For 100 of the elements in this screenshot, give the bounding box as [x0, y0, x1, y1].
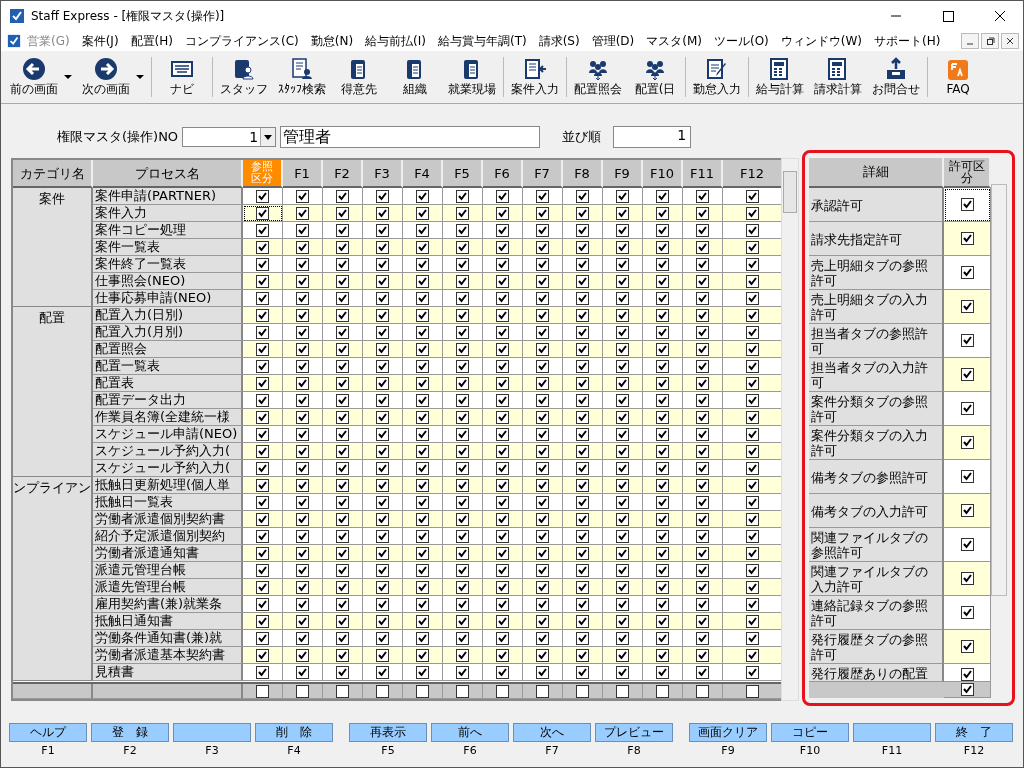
detail-cell: 関連ファイルタブの参照許可	[809, 527, 944, 562]
process-cell: 配置入力(月別)	[93, 324, 243, 341]
process-cell: スケジュール予約入力(	[93, 460, 243, 477]
key-label: F4	[287, 744, 301, 757]
field-label: 権限マスタ(操作)NO	[57, 128, 179, 146]
column-header: F8	[563, 160, 603, 188]
process-cell: 案件入力	[93, 205, 243, 222]
detail-cell: 売上明細タブの参照許可	[809, 255, 944, 290]
key-label: F6	[463, 744, 477, 757]
function-button[interactable]: 削 除	[255, 723, 333, 742]
process-cell: 配置一覧表	[93, 358, 243, 375]
key-label: F3	[205, 744, 219, 757]
detail-cell: 関連ファイルタブの入力許可	[809, 561, 944, 596]
function-button[interactable]: 画面クリア	[689, 723, 767, 742]
process-cell: 雇用契約書(兼)就業条	[93, 596, 243, 613]
process-cell: 配置表	[93, 375, 243, 392]
toolbar-button[interactable]: 就業現場	[443, 56, 501, 98]
menu-item[interactable]: 勤怠(N)	[304, 32, 360, 50]
menu-item[interactable]: 案件(J)	[75, 32, 125, 50]
column-header: 参照区分	[248, 160, 276, 186]
field-label: 並び順	[562, 128, 602, 146]
toolbar-button[interactable]: 得意先	[331, 56, 387, 98]
process-cell: 派遣元管理台帳	[93, 562, 243, 579]
column-header: F1	[283, 160, 323, 188]
toolbar-button[interactable]: 勤怠入力	[688, 56, 746, 98]
function-button[interactable]: ヘルプ	[9, 723, 87, 742]
column-header: F11	[683, 160, 723, 188]
process-cell: スケジュール申請(NEO)	[93, 426, 243, 443]
detail-cell: 売上明細タブの入力許可	[809, 289, 944, 324]
process-cell: 抵触日通知書	[93, 613, 243, 630]
toolbar-button[interactable]: 案件入力	[506, 56, 564, 98]
function-button[interactable]: プレビュー	[595, 723, 673, 742]
column-header: F9	[603, 160, 643, 188]
column-header: F3	[363, 160, 403, 188]
process-cell: 抵触日更新処理(個人単	[93, 477, 243, 494]
key-label: F12	[963, 744, 985, 757]
function-button[interactable]: 再表示	[349, 723, 427, 742]
process-cell: 仕事応募申請(NEO)	[93, 290, 243, 307]
function-button[interactable]: 次へ	[513, 723, 591, 742]
process-cell: 仕事照会(NEO)	[93, 273, 243, 290]
process-cell: 案件コピー処理	[93, 222, 243, 239]
category-cell: 配置	[13, 307, 93, 477]
toolbar-button[interactable]: 請求計算	[809, 56, 867, 98]
toolbar-button[interactable]: スタッフ	[215, 56, 273, 98]
column-header: カテゴリ名	[13, 160, 93, 188]
window-title: Staff Express - [権限マスタ(操作)]	[31, 7, 226, 25]
column-header: 許可区分	[944, 158, 991, 188]
detail-cell: 担当者タブの参照許可	[809, 323, 944, 358]
toolbar-button[interactable]: お問合せ	[867, 56, 925, 98]
menu-item[interactable]: ウィンドウ(W)	[774, 32, 869, 50]
toolbar-button[interactable]: 組織	[387, 56, 443, 98]
toolbar-button[interactable]: ナビ	[154, 56, 210, 98]
toolbar-button[interactable]: 給与計算	[751, 56, 809, 98]
function-button[interactable]: コピー	[771, 723, 849, 742]
process-cell: 労働者派遣通知書	[93, 545, 243, 562]
toolbar-button[interactable]: 配置照会	[569, 56, 627, 98]
detail-cell: 請求先指定許可	[809, 221, 944, 256]
process-cell: 案件終了一覧表	[93, 256, 243, 273]
category-cell: 案件	[13, 188, 93, 307]
number-dropdown[interactable]: 1	[182, 127, 277, 147]
menu-item[interactable]: 給与賞与年調(T)	[431, 32, 533, 50]
toolbar-button[interactable]: 前の画面	[5, 56, 63, 98]
function-button[interactable]: 前へ	[431, 723, 509, 742]
column-header: F10	[643, 160, 683, 188]
menu-item[interactable]: サポート(H)	[868, 32, 947, 50]
toolbar-button[interactable]: ｽﾀｯﾌ検索	[273, 56, 331, 98]
toolbar-button[interactable]: FAQ	[930, 58, 986, 96]
menu-item[interactable]: 管理(D)	[585, 32, 641, 50]
detail-cell: 承認許可	[809, 187, 944, 222]
process-cell: 配置データ出力	[93, 392, 243, 409]
detail-cell: 案件分類タブの入力許可	[809, 425, 944, 460]
toolbar-button[interactable]: 配置(日	[627, 56, 683, 98]
detail-cell: 備考タブの入力許可	[809, 493, 944, 528]
key-label: F1	[41, 744, 55, 757]
function-button[interactable]: 終 了	[935, 723, 1013, 742]
name-field[interactable]: 管理者	[280, 126, 541, 148]
column-header: F6	[483, 160, 523, 188]
menu-item[interactable]: 配置(H)	[124, 32, 179, 50]
detail-cell: 担当者タブの入力許可	[809, 357, 944, 392]
function-button[interactable]: 登 録	[91, 723, 169, 742]
menu-item[interactable]: 請求(S)	[532, 32, 586, 50]
order-field[interactable]: 1	[613, 126, 692, 148]
toolbar-button[interactable]: 次の画面	[77, 56, 135, 98]
menu-item[interactable]: マスタ(M)	[640, 32, 708, 50]
process-cell: 抵触日一覧表	[93, 494, 243, 511]
key-label: F10	[799, 744, 821, 757]
menu-item[interactable]: ツール(O)	[708, 32, 775, 50]
process-cell: 紹介予定派遣個別契約	[93, 528, 243, 545]
key-label: F7	[545, 744, 559, 757]
column-header: F5	[443, 160, 483, 188]
menu-item[interactable]: コンプライアンス(C)	[178, 32, 305, 50]
menu-item[interactable]: 給与前払(I)	[359, 32, 432, 50]
category-cell: ンプライアン	[13, 477, 93, 681]
column-header: F7	[523, 160, 563, 188]
process-cell: 案件申請(PARTNER)	[93, 188, 243, 205]
process-cell: 案件一覧表	[93, 239, 243, 256]
column-header: 詳細	[809, 158, 944, 188]
column-header: F2	[323, 160, 363, 188]
process-cell: 作業員名簿(全建統一様	[93, 409, 243, 426]
process-cell: 労働者派遣個別契約書	[93, 511, 243, 528]
